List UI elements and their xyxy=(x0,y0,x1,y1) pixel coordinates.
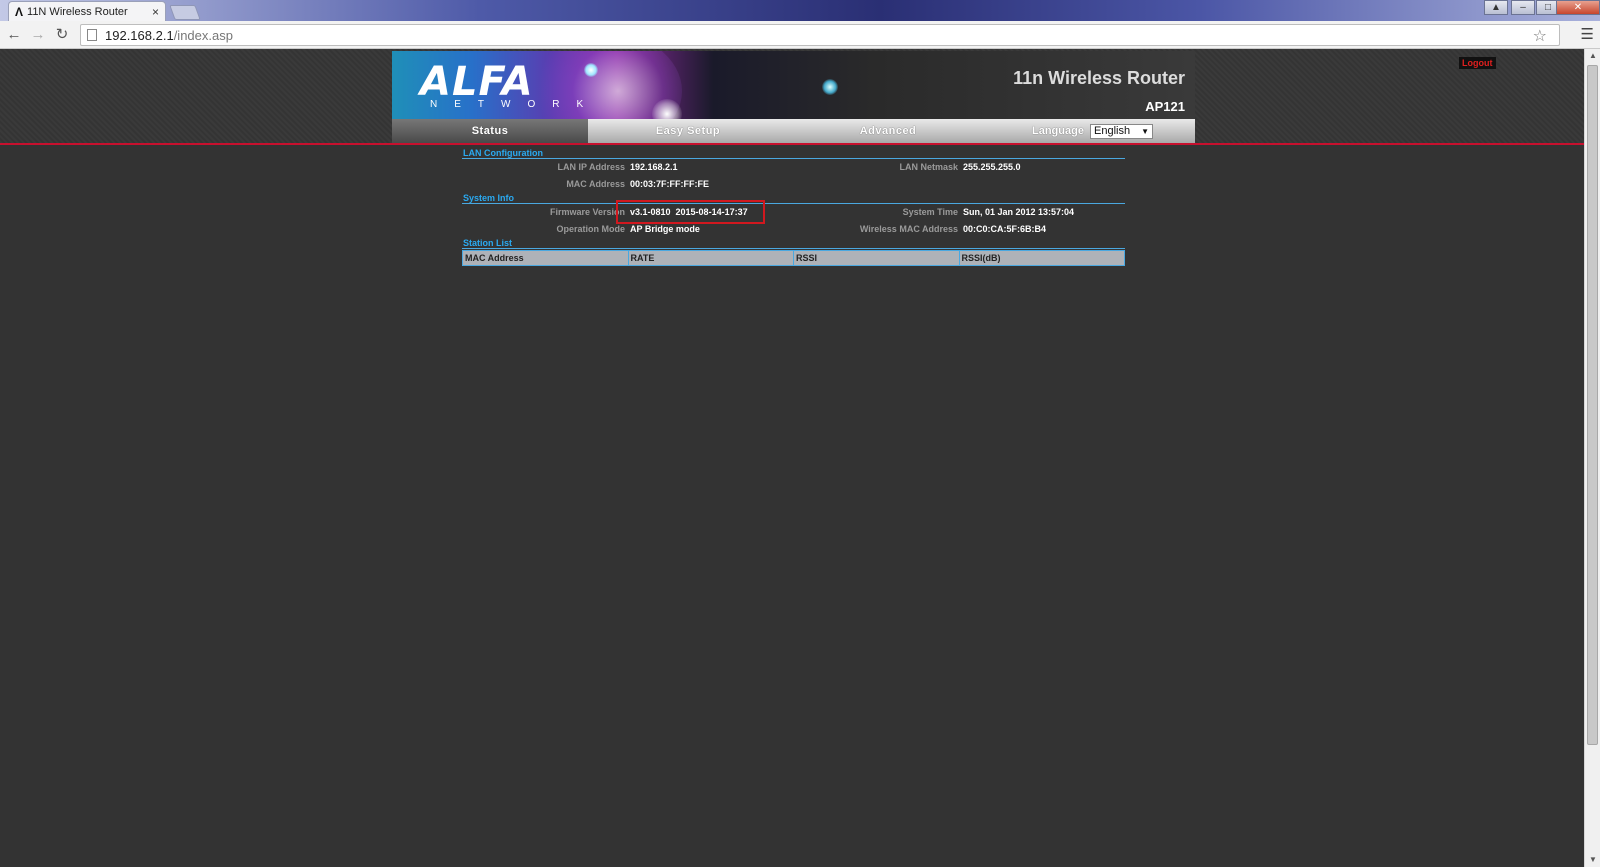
url-text: 192.168.2.1/index.asp xyxy=(105,27,233,43)
new-tab-button[interactable] xyxy=(169,5,201,20)
browser-menu-icon[interactable]: ☰ xyxy=(1581,25,1594,43)
user-icon[interactable]: ▲ xyxy=(1484,0,1508,15)
system-time-label: System Time xyxy=(902,207,958,217)
language-label: Language xyxy=(1032,125,1084,137)
scroll-up-icon[interactable]: ▲ xyxy=(1585,49,1600,63)
reload-icon[interactable]: ↻ xyxy=(52,25,72,45)
mac-label: MAC Address xyxy=(566,179,625,189)
lan-row-1: LAN IP Address 192.168.2.1 LAN Netmask 2… xyxy=(462,159,1125,176)
column-header: RATE xyxy=(627,250,794,266)
tab-easy-setup[interactable]: Easy Setup xyxy=(588,119,788,143)
main-menu: Status Easy Setup Advanced Language Engl… xyxy=(392,119,1195,143)
tab-title: 11N Wireless Router xyxy=(27,6,128,18)
bookmark-star-icon[interactable]: ☆ xyxy=(1533,26,1547,46)
browser-toolbar: ← → ↻ 192.168.2.1/index.asp ☆ ☰ xyxy=(0,21,1600,49)
vertical-scrollbar[interactable]: ▲ ▼ xyxy=(1584,49,1600,867)
router-page: Logout ALFA NETWORK 11n Wireless Router … xyxy=(0,49,1584,867)
operation-mode-label: Operation Mode xyxy=(556,224,625,234)
lan-netmask-label: LAN Netmask xyxy=(899,162,958,172)
lan-row-2: MAC Address 00:03:7F:FF:FF:FE xyxy=(462,176,1125,193)
close-window-button[interactable]: ✕ xyxy=(1556,0,1600,15)
back-arrow-icon[interactable]: ← xyxy=(4,25,24,45)
browser-titlebar: Λ 11N Wireless Router × ▲ – □ ✕ xyxy=(0,0,1600,22)
system-section-title: System Info xyxy=(462,193,1125,204)
mac-value: 00:03:7F:FF:FF:FE xyxy=(630,179,710,189)
firmware-label: Firmware Version xyxy=(549,207,625,217)
wireless-mac-value: 00:C0:CA:5F:6B:B4 xyxy=(963,224,1047,234)
scroll-thumb[interactable] xyxy=(1587,65,1598,745)
lan-netmask-value: 255.255.255.0 xyxy=(963,162,1021,172)
minimize-button[interactable]: – xyxy=(1511,0,1535,15)
system-row-2: Operation Mode AP Bridge mode Wireless M… xyxy=(462,221,1125,238)
scroll-down-icon[interactable]: ▼ xyxy=(1585,853,1600,867)
browser-tab[interactable]: Λ 11N Wireless Router × xyxy=(8,1,166,22)
column-header: MAC Address xyxy=(462,250,629,266)
model-name: AP121 xyxy=(1145,99,1185,114)
column-header: RSSI xyxy=(793,250,960,266)
tab-status[interactable]: Status xyxy=(392,119,588,143)
station-section-title: Station List xyxy=(462,238,1125,249)
lan-section-title: LAN Configuration xyxy=(462,148,1125,159)
forward-arrow-icon[interactable]: → xyxy=(28,25,48,45)
alfa-logo-icon: Λ xyxy=(15,5,24,19)
product-title: 11n Wireless Router xyxy=(1013,68,1185,88)
banner: ALFA NETWORK 11n Wireless Router AP121 xyxy=(392,51,1195,119)
status-content: LAN Configuration LAN IP Address 192.168… xyxy=(462,148,1125,266)
language-select[interactable]: English ▼ xyxy=(1090,124,1153,139)
banner-glow xyxy=(822,79,838,95)
system-time-value: Sun, 01 Jan 2012 13:57:04 xyxy=(963,207,1075,217)
system-row-1: Firmware Version v3.1-0810 2015-08-14-17… xyxy=(462,200,1125,224)
lan-ip-value: 192.168.2.1 xyxy=(630,162,678,172)
address-bar[interactable]: 192.168.2.1/index.asp ☆ xyxy=(80,24,1560,46)
wireless-mac-label: Wireless MAC Address xyxy=(859,224,958,234)
column-header: RSSI(dB) xyxy=(958,250,1125,266)
page-icon xyxy=(87,29,97,41)
station-table: MAC Address RATE RSSI RSSI(dB) xyxy=(462,250,1125,266)
brand-subtitle: NETWORK xyxy=(430,99,601,110)
logout-button[interactable]: Logout xyxy=(1459,57,1496,69)
banner-glow xyxy=(584,63,598,77)
operation-mode-value: AP Bridge mode xyxy=(630,224,700,234)
station-table-header: MAC Address RATE RSSI RSSI(dB) xyxy=(462,250,1125,266)
tab-advanced[interactable]: Advanced xyxy=(788,119,988,143)
header-band: Logout ALFA NETWORK 11n Wireless Router … xyxy=(0,49,1584,145)
close-tab-icon[interactable]: × xyxy=(152,5,159,19)
lan-ip-label: LAN IP Address xyxy=(557,162,625,172)
dropdown-arrow-icon: ▼ xyxy=(1141,127,1149,136)
